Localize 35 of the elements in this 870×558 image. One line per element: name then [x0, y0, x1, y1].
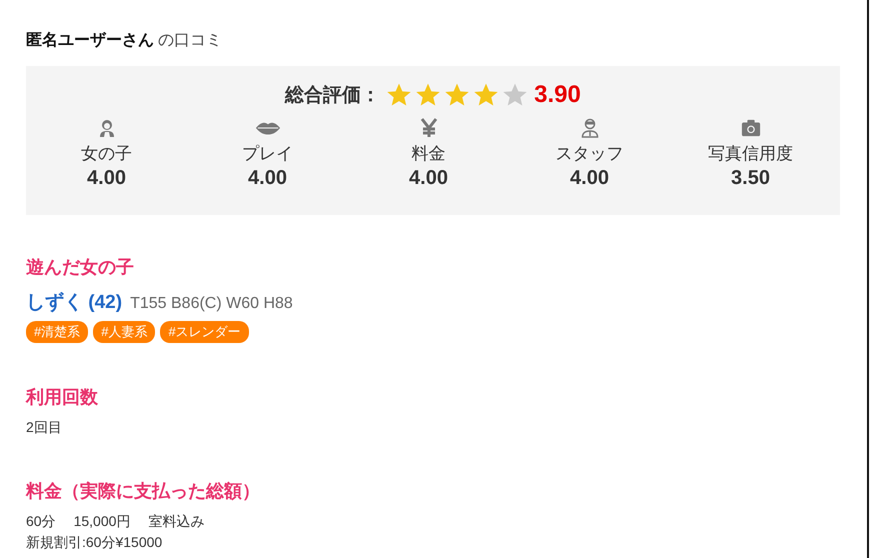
- section-heading: 料金（実際に支払った総額）: [26, 480, 261, 503]
- category-label: 写真信用度: [708, 143, 793, 165]
- yen-icon: [418, 118, 438, 138]
- star-icon: [473, 82, 500, 108]
- category-label: 料金: [412, 143, 446, 165]
- girl-name-link[interactable]: しずく (42): [26, 289, 122, 315]
- section-heading: 遊んだ女の子: [26, 256, 135, 279]
- star-icon: [444, 82, 470, 108]
- visit-count: 2回目: [26, 419, 63, 437]
- tag-pill[interactable]: #清楚系: [26, 321, 88, 343]
- fee-note: 新規割引:60分¥15000: [26, 534, 164, 552]
- star-icon: [386, 82, 412, 108]
- category-score: 3.50: [731, 167, 770, 190]
- measurements: T155 B86(C) W60 H88: [130, 295, 293, 313]
- fee-detail: 60分: [26, 513, 56, 531]
- category-score: 4.00: [409, 167, 448, 190]
- category-score: 4.00: [570, 167, 609, 190]
- staff-icon: [580, 118, 600, 138]
- fee-detail: 室料込み: [148, 513, 204, 531]
- overall-rating-label: 総合評価：: [285, 84, 380, 108]
- star-icon: [502, 82, 528, 108]
- tag-pill[interactable]: #人妻系: [93, 321, 156, 343]
- category-score: 4.00: [87, 167, 126, 190]
- category-label: スタッフ: [556, 143, 624, 165]
- fee-detail: 15,000円: [74, 513, 130, 531]
- reviewer-name: 匿名ユーザーさん: [26, 30, 154, 51]
- overall-score: 3.90: [534, 81, 581, 109]
- tag-pill[interactable]: #スレンダー: [160, 321, 249, 343]
- camera-icon: [740, 118, 760, 138]
- category-label: 女の子: [81, 143, 132, 165]
- star-icon: [415, 82, 442, 108]
- category-label: プレイ: [242, 143, 293, 165]
- review-label: の口コミ: [158, 31, 222, 51]
- section-heading: 利用回数: [26, 386, 99, 409]
- category-score: 4.00: [248, 167, 287, 190]
